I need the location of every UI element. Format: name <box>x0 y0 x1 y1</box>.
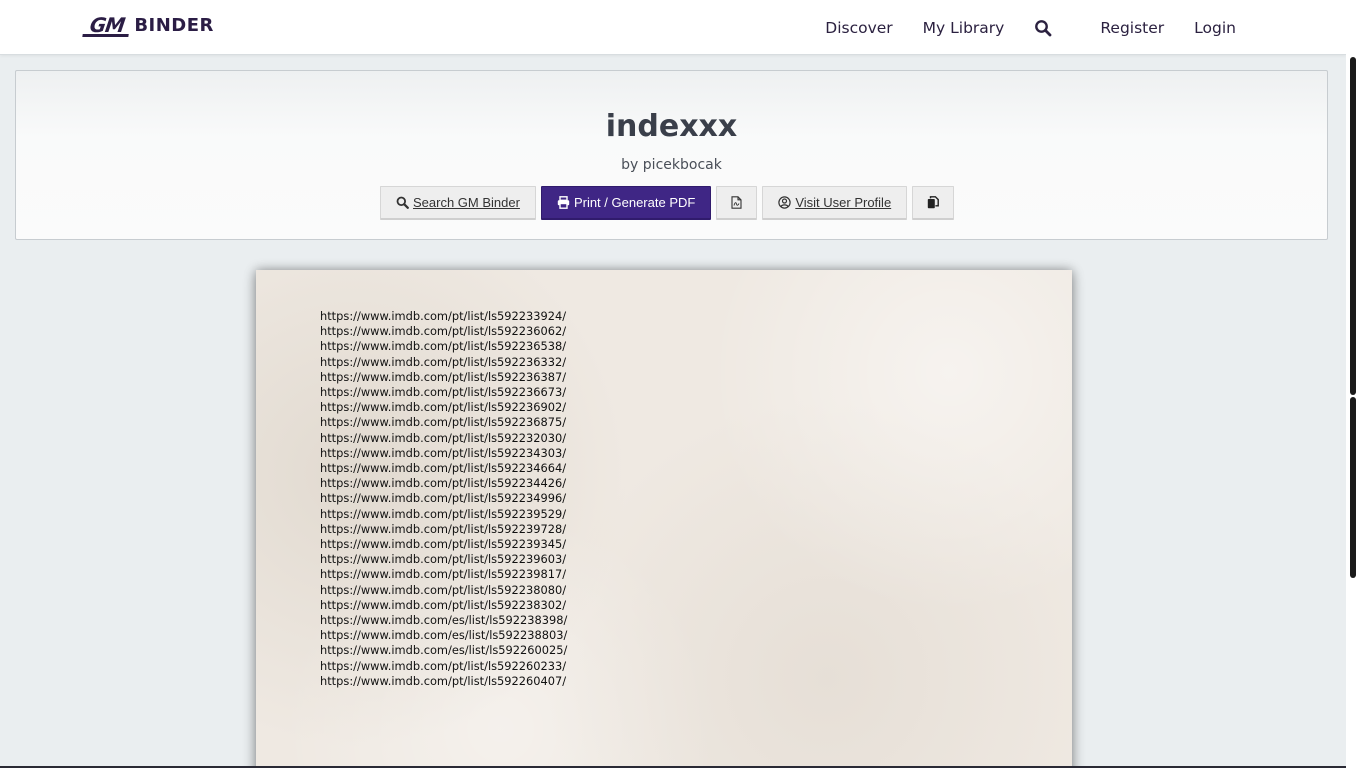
nav-links: Discover My Library Register Login <box>795 0 1236 55</box>
copy-icon <box>927 196 940 209</box>
list-item: https://www.imdb.com/pt/list/ls592236875… <box>320 415 567 430</box>
list-item: https://www.imdb.com/pt/list/ls592236673… <box>320 385 567 400</box>
scrollbar-thumb[interactable] <box>1350 57 1356 395</box>
list-item: https://www.imdb.com/pt/list/ls592239817… <box>320 567 567 582</box>
list-item: https://www.imdb.com/pt/list/ls592234996… <box>320 491 567 506</box>
list-item: https://www.imdb.com/pt/list/ls592239345… <box>320 537 567 552</box>
top-navbar: GM BINDER Discover My Library Register L… <box>0 0 1346 55</box>
list-item: https://www.imdb.com/pt/list/ls592236332… <box>320 354 567 369</box>
document-title: indexxx <box>605 109 738 144</box>
search-icon <box>396 196 409 209</box>
list-item: https://www.imdb.com/pt/list/ls592234664… <box>320 461 567 476</box>
list-item: https://www.imdb.com/pt/list/ls592236538… <box>320 339 567 354</box>
nav-discover-link[interactable]: Discover <box>825 19 892 37</box>
list-item: https://www.imdb.com/pt/list/ls592236062… <box>320 324 567 339</box>
user-circle-icon <box>778 196 792 209</box>
document-actions: Search GM Binder Print / Generate PDF Vi… <box>380 186 955 221</box>
pdf-file-icon <box>731 196 742 209</box>
list-item: https://www.imdb.com/pt/list/ls592236387… <box>320 369 567 384</box>
brand-logo-gm: GM <box>82 13 133 37</box>
search-icon[interactable] <box>1034 19 1052 37</box>
document-header: indexxx by picekbocak Search GM Binder P… <box>15 70 1328 240</box>
link-list: https://www.imdb.com/pt/list/ls592233924… <box>320 309 567 689</box>
list-item: https://www.imdb.com/pt/list/ls592239529… <box>320 506 567 521</box>
scrollbar-thumb-lower[interactable] <box>1350 397 1356 578</box>
print-generate-pdf-button[interactable]: Print / Generate PDF <box>540 186 712 220</box>
search-gm-binder-label: Search GM Binder <box>413 195 520 210</box>
copy-button[interactable] <box>912 186 955 220</box>
document-author[interactable]: by picekbocak <box>16 157 1327 173</box>
list-item: https://www.imdb.com/pt/list/ls592233924… <box>320 309 567 323</box>
pdf-file-button[interactable] <box>716 186 758 220</box>
print-generate-pdf-label: Print / Generate PDF <box>573 195 696 210</box>
brand-logo-binder: BINDER <box>134 14 214 36</box>
search-gm-binder-button[interactable]: Search GM Binder <box>380 186 536 220</box>
list-item: https://www.imdb.com/pt/list/ls592260407… <box>320 673 567 688</box>
nav-register-link[interactable]: Register <box>1100 19 1164 37</box>
list-item: https://www.imdb.com/pt/list/ls592239728… <box>320 521 567 536</box>
list-item: https://www.imdb.com/pt/list/ls592234303… <box>320 445 567 460</box>
nav-my-library-link[interactable]: My Library <box>923 19 1005 37</box>
list-item: https://www.imdb.com/pt/list/ls592260233… <box>320 658 567 673</box>
list-item: https://www.imdb.com/pt/list/ls592234426… <box>320 476 567 491</box>
list-item: https://www.imdb.com/es/list/ls592238803… <box>320 628 568 643</box>
printer-icon <box>557 196 570 209</box>
list-item: https://www.imdb.com/pt/list/ls592238080… <box>320 582 567 597</box>
list-item: https://www.imdb.com/es/list/ls592260025… <box>320 643 568 658</box>
document-page: https://www.imdb.com/pt/list/ls592233924… <box>256 270 1072 768</box>
list-item: https://www.imdb.com/pt/list/ls592238302… <box>320 597 567 612</box>
list-item: https://www.imdb.com/pt/list/ls592236902… <box>320 400 567 415</box>
visit-user-profile-button[interactable]: Visit User Profile <box>762 186 908 220</box>
nav-login-link[interactable]: Login <box>1194 19 1236 37</box>
list-item: https://www.imdb.com/es/list/ls592238398… <box>320 613 568 628</box>
list-item: https://www.imdb.com/pt/list/ls592239603… <box>320 552 567 567</box>
page-scrollbar[interactable] <box>1346 0 1366 768</box>
visit-user-profile-label: Visit User Profile <box>795 195 892 210</box>
list-item: https://www.imdb.com/pt/list/ls592232030… <box>320 430 567 445</box>
brand-logo[interactable]: GM BINDER <box>82 12 214 38</box>
